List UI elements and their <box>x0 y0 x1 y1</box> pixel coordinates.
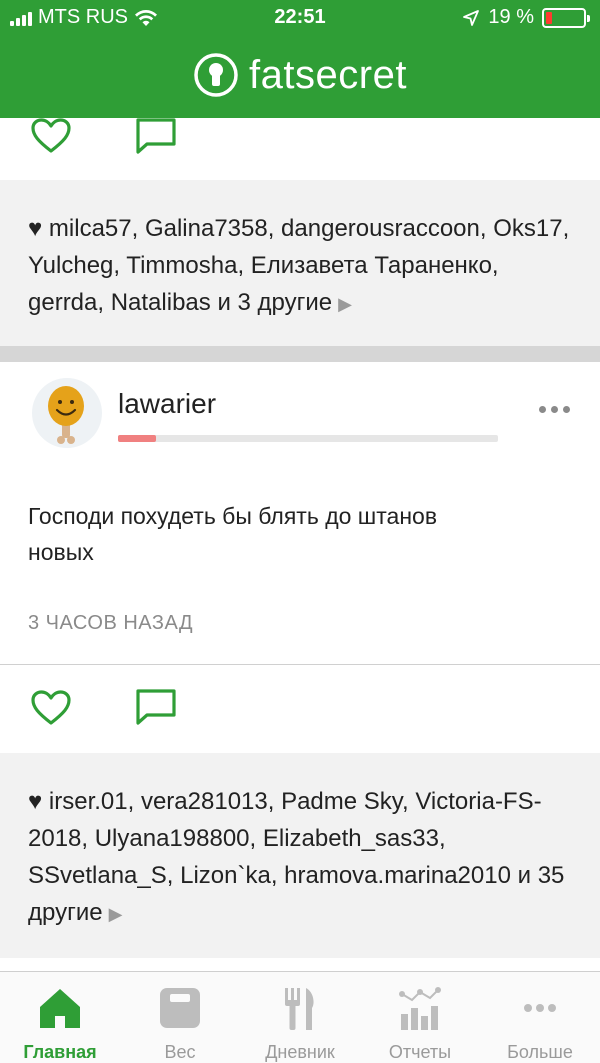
post-actions <box>0 665 600 753</box>
chart-icon <box>399 987 441 1030</box>
weight-progress-bar <box>118 435 498 442</box>
chevron-right-icon: ▶ <box>338 294 352 314</box>
location-arrow-icon <box>463 9 480 26</box>
comment-icon[interactable] <box>135 689 177 727</box>
likers-names: irser.01, vera281013, Padme Sky, Victori… <box>28 788 542 889</box>
like-heart-icon[interactable] <box>30 690 72 726</box>
drumstick-avatar-icon <box>48 386 84 444</box>
tab-label: Дневник <box>265 1042 335 1062</box>
tab-diary[interactable]: Дневник <box>240 972 360 1063</box>
comment-icon[interactable] <box>135 118 177 156</box>
chevron-right-icon: ▶ <box>108 904 123 924</box>
tab-label: Отчеты <box>388 1042 452 1062</box>
fork-knife-icon <box>285 988 314 1030</box>
more-icon <box>524 1004 556 1012</box>
post-username[interactable]: lawarier <box>118 388 216 420</box>
post-timestamp: 3 ЧАСОВ НАЗАД <box>28 612 194 634</box>
like-heart-icon[interactable] <box>30 118 72 154</box>
keyhole-logo-icon <box>194 53 238 97</box>
likes-list[interactable]: ♥ irser.01, vera281013, Padme Sky, Victo… <box>0 753 600 958</box>
battery-icon <box>542 7 590 28</box>
scale-icon <box>160 988 200 1028</box>
home-icon <box>40 989 80 1028</box>
weight-progress-fill <box>118 435 156 442</box>
post-card: lawarier Господи похудеть бы блять до шт… <box>0 362 600 664</box>
tab-home[interactable]: Главная <box>0 972 120 1063</box>
battery-percent: 19 % <box>488 6 534 28</box>
tab-label: Главная <box>23 1042 97 1062</box>
top-bar: MTS RUS 22:51 19 % fatsecret <box>0 0 600 118</box>
post-text: Господи похудеть бы блять до штанов новы… <box>28 503 438 565</box>
tab-label: Больше <box>507 1042 573 1062</box>
avatar[interactable] <box>32 378 102 448</box>
post-separator <box>0 346 600 362</box>
tab-bar: Главная Вес Дневник Отчеты Больше <box>0 971 600 1063</box>
post-actions-top <box>0 118 600 180</box>
likers-more[interactable]: и 3 другие <box>217 289 332 316</box>
heart-icon: ♥ <box>28 215 43 242</box>
status-bar: MTS RUS 22:51 19 % <box>0 0 600 38</box>
brand-name: fatsecret <box>249 52 407 97</box>
likes-list-first[interactable]: ♥ milca57, Galina7358, dangerousraccoon,… <box>0 180 600 346</box>
heart-icon: ♥ <box>28 788 43 815</box>
tab-reports[interactable]: Отчеты <box>360 972 480 1063</box>
more-options-icon[interactable] <box>539 406 570 413</box>
status-right: 19 % <box>462 6 590 29</box>
tab-more[interactable]: Больше <box>480 972 600 1063</box>
feed: ♥ milca57, Galina7358, dangerousraccoon,… <box>0 118 600 971</box>
brand-logo: fatsecret <box>0 52 600 98</box>
tab-label: Вес <box>164 1042 196 1062</box>
tab-weight[interactable]: Вес <box>120 972 240 1063</box>
